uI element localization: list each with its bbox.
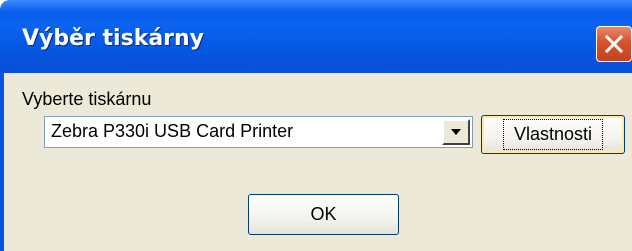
ok-button-label: OK (310, 204, 337, 224)
printer-selection-dialog: Výběr tiskárny Vyberte tiskárnu Zebra P3… (0, 0, 632, 251)
printer-label: Vyberte tiskárnu (22, 89, 152, 109)
chevron-down-icon (450, 123, 462, 141)
printer-select[interactable]: Zebra P330i USB Card Printer (44, 116, 473, 148)
dialog-title: Výběr tiskárny (22, 26, 205, 51)
close-button[interactable] (596, 26, 632, 62)
printer-select-value: Zebra P330i USB Card Printer (51, 121, 294, 141)
ok-button[interactable]: OK (248, 194, 399, 235)
properties-button[interactable]: Vlastnosti (481, 115, 625, 154)
title-bar[interactable]: Výběr tiskárny (0, 0, 632, 73)
dialog-body: Vyberte tiskárnu Zebra P330i USB Card Pr… (0, 73, 632, 251)
properties-button-label: Vlastnosti (502, 119, 604, 150)
close-icon (603, 33, 625, 55)
printer-select-dropdown-button[interactable] (442, 119, 470, 145)
